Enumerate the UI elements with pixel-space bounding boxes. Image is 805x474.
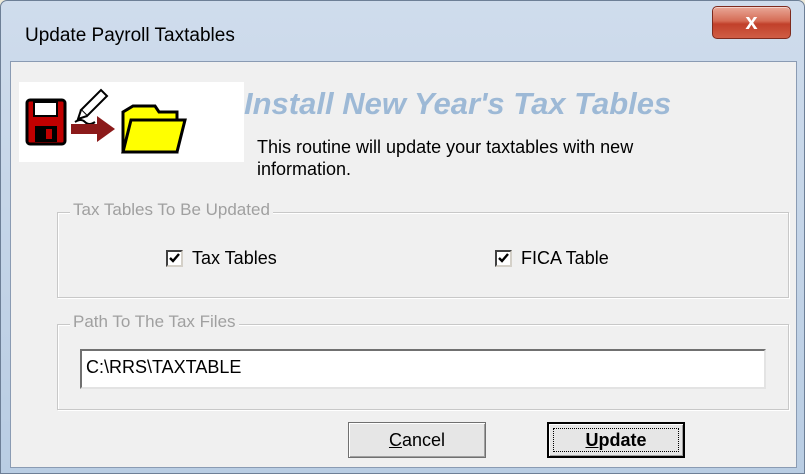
update-button[interactable]: Update	[547, 422, 685, 458]
fica-table-checkbox-box[interactable]	[495, 250, 512, 267]
cancel-label: ancel	[401, 430, 446, 450]
checkmark-icon	[498, 253, 509, 263]
folder-icon	[121, 104, 187, 154]
banner-graphic	[19, 82, 244, 162]
tax-files-path-group: Path To The Tax Files C:\RRS\TAXTABLE	[57, 312, 789, 410]
tax-tables-group: Tax Tables To Be Updated Tax Tables FICA…	[57, 200, 789, 298]
checkmark-icon	[169, 253, 180, 263]
tax-tables-label[interactable]: Tax Tables	[192, 248, 277, 269]
tax-files-path-legend: Path To The Tax Files	[70, 312, 239, 332]
tax-tables-checkbox[interactable]: Tax Tables	[166, 248, 277, 269]
close-button[interactable]: x	[712, 6, 791, 39]
dialog-content: Install New Year's Tax Tables This routi…	[10, 61, 797, 468]
dialog-window: Update Payroll Taxtables x Install New Y…	[0, 0, 805, 474]
pencil-icon	[74, 88, 109, 125]
cancel-mnemonic: C	[388, 430, 402, 450]
fica-table-checkbox[interactable]: FICA Table	[495, 248, 609, 269]
banner-heading: Install New Year's Tax Tables	[244, 86, 672, 121]
window-title: Update Payroll Taxtables	[25, 25, 235, 46]
title-bar[interactable]: Update Payroll Taxtables x	[1, 1, 804, 61]
fica-table-label[interactable]: FICA Table	[521, 248, 609, 269]
tax-tables-checkbox-box[interactable]	[166, 250, 183, 267]
cancel-button[interactable]: Cancel	[348, 422, 486, 458]
banner-description: This routine will update your taxtables …	[257, 137, 634, 179]
focus-rect	[553, 428, 679, 452]
floppy-disk-icon	[25, 98, 67, 146]
tax-tables-group-legend: Tax Tables To Be Updated	[70, 200, 273, 220]
close-icon: x	[745, 9, 758, 34]
tax-files-path-input[interactable]: C:\RRS\TAXTABLE	[80, 349, 766, 389]
